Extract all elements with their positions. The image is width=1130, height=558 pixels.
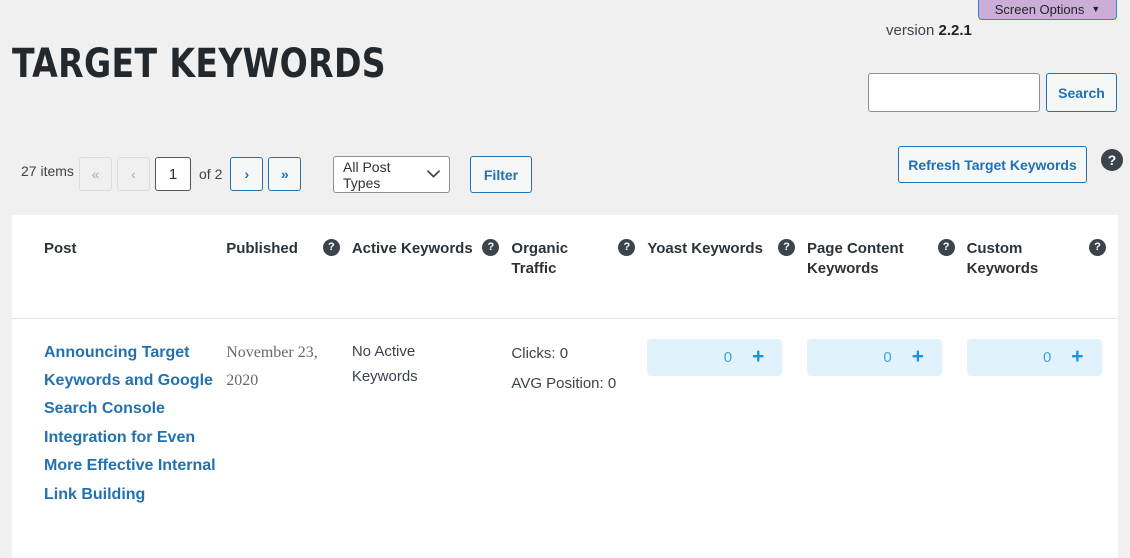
custom-keywords-count: 0 <box>1042 348 1052 366</box>
plus-icon[interactable]: + <box>752 346 764 367</box>
help-icon[interactable]: ? <box>777 239 795 256</box>
screen-options-label: Screen Options <box>994 1 1085 17</box>
custom-keywords-counter[interactable]: 0 + <box>966 338 1102 376</box>
column-header-published: Published ? <box>226 215 352 319</box>
refresh-target-keywords-button[interactable]: Refresh Target Keywords <box>898 146 1087 183</box>
filter-button[interactable]: Filter <box>470 156 532 193</box>
cell-organic-traffic: Clicks: 0 AVG Position: 0 <box>511 318 647 509</box>
version-word: version <box>886 22 935 39</box>
page-content-keywords-counter[interactable]: 0 + <box>806 338 942 376</box>
help-icon[interactable]: ? <box>322 239 340 256</box>
version-label: version 2.2.1 <box>886 22 972 39</box>
yoast-keywords-counter[interactable]: 0 + <box>647 338 783 376</box>
column-header-post: Post <box>12 215 227 319</box>
help-icon[interactable]: ? <box>482 239 500 256</box>
column-header-label: Published <box>226 240 298 257</box>
cell-yoast-keywords: 0 + <box>647 318 807 509</box>
chevron-down-icon: ▼ <box>1091 3 1101 14</box>
pagination-last-button[interactable]: » <box>268 157 302 191</box>
plus-icon[interactable]: + <box>1071 346 1083 367</box>
search-input[interactable] <box>869 74 1039 111</box>
pagination-first-button[interactable]: « <box>79 157 112 191</box>
cell-active-keywords: No Active Keywords <box>352 318 512 509</box>
column-header-label: Active Keywords <box>351 240 473 257</box>
active-keywords-status: No Active Keywords <box>351 342 418 386</box>
page-content-keywords-count: 0 <box>883 348 892 366</box>
pagination: « ‹ of 2 › » <box>79 157 302 191</box>
pagination-current-page-input[interactable] <box>155 157 191 191</box>
help-icon[interactable]: ? <box>1089 239 1106 256</box>
cell-page-content-keywords: 0 + <box>806 318 967 509</box>
chevron-down-icon <box>427 169 440 181</box>
column-header-label: Page Content Keywords <box>806 240 904 278</box>
version-number: 2.2.1 <box>938 22 972 39</box>
post-type-select-value: All Post Types <box>343 158 391 191</box>
screen-options-button[interactable]: Screen Options ▼ <box>978 0 1117 20</box>
column-header-label: Post <box>44 240 77 257</box>
column-header-label: Custom Keywords <box>966 240 1039 278</box>
items-count: 27 items <box>21 163 74 179</box>
pagination-prev-button[interactable]: ‹ <box>117 157 150 191</box>
cell-published: November 23, 2020 <box>226 318 352 509</box>
table-row: Announcing Target Keywords and Google Se… <box>12 318 1118 509</box>
column-header-yoast-keywords: Yoast Keywords ? <box>647 215 807 319</box>
post-type-select[interactable]: All Post Types <box>333 156 450 193</box>
column-header-active-keywords: Active Keywords ? <box>351 215 512 319</box>
column-header-label: Yoast Keywords <box>647 240 763 257</box>
yoast-keywords-count: 0 <box>723 348 733 366</box>
column-header-page-content-keywords: Page Content Keywords ? <box>806 215 967 319</box>
organic-avg-position: AVG Position: 0 <box>511 375 617 393</box>
plus-icon[interactable]: + <box>912 346 924 367</box>
organic-clicks: Clicks: 0 <box>511 344 569 362</box>
column-header-label: Organic Traffic <box>511 240 569 278</box>
pagination-next-button[interactable]: › <box>230 157 264 191</box>
search-button[interactable]: Search <box>1046 73 1117 112</box>
target-keywords-table: Post Published ? Active Keywords ? Organ… <box>12 215 1118 558</box>
search-input-wrapper[interactable] <box>868 73 1040 112</box>
post-title-link[interactable]: Announcing Target Keywords and Google Se… <box>44 339 226 510</box>
help-icon[interactable]: ? <box>618 239 636 256</box>
cell-post: Announcing Target Keywords and Google Se… <box>12 318 226 509</box>
column-header-organic-traffic: Organic Traffic ? <box>511 215 648 319</box>
table-header-row: Post Published ? Active Keywords ? Organ… <box>12 215 1118 319</box>
column-header-custom-keywords: Custom Keywords ? <box>966 215 1118 319</box>
page-title: TARGET KEYWORDS <box>12 40 387 87</box>
published-date: November 23, 2020 <box>226 343 318 389</box>
help-icon[interactable]: ? <box>1101 149 1123 171</box>
help-icon[interactable]: ? <box>937 239 955 256</box>
pagination-total-pages: of 2 <box>199 166 223 182</box>
cell-custom-keywords: 0 + <box>966 318 1118 509</box>
